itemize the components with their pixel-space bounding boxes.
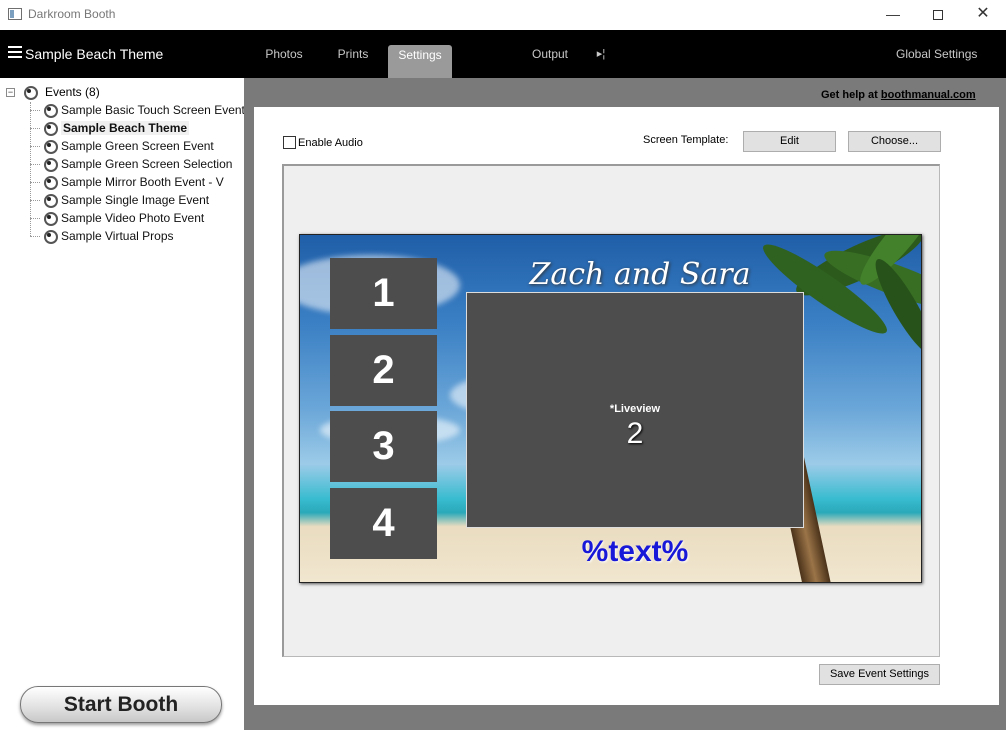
- event-icon: [41, 192, 58, 208]
- tree-item-label: Sample Video Photo Event: [61, 211, 205, 225]
- current-event-title: Sample Beach Theme: [25, 46, 164, 62]
- tree-item-label: Sample Green Screen Selection: [61, 157, 233, 171]
- collapse-icon[interactable]: −: [6, 87, 15, 97]
- edit-template-button[interactable]: Edit: [743, 131, 836, 152]
- event-icon: [41, 174, 58, 190]
- liveview-box: *Liveview 2: [466, 292, 804, 528]
- event-icon: [41, 120, 58, 136]
- tree-item-event[interactable]: Sample Video Photo Event: [30, 209, 204, 227]
- photo-slot-3: 3: [330, 411, 437, 482]
- help-link[interactable]: boothmanual.com: [881, 89, 976, 101]
- photo-slot-1: 1: [330, 258, 437, 329]
- global-settings-link[interactable]: Global Settings: [896, 30, 977, 78]
- tree-root-label: Events (8): [45, 85, 100, 99]
- photo-slot-4: 4: [330, 488, 437, 559]
- events-folder-icon: [21, 84, 38, 100]
- start-booth-button[interactable]: Start Booth: [20, 686, 222, 723]
- tab-settings[interactable]: Settings: [388, 45, 452, 78]
- help-prefix: Get help at: [821, 89, 878, 101]
- tree-item-event[interactable]: Sample Single Image Event: [30, 191, 209, 209]
- screen-template-preview: 1 2 3 4 Zach and Sara *Liveview 2 %text%: [299, 234, 922, 583]
- choose-template-button[interactable]: Choose...: [848, 131, 941, 152]
- minimize-button[interactable]: —: [870, 0, 916, 30]
- tree-item-event[interactable]: Sample Basic Touch Screen Event: [30, 101, 245, 119]
- tree-root-events[interactable]: − Events (8): [6, 84, 100, 100]
- event-icon: [41, 102, 58, 118]
- hamburger-menu-icon[interactable]: [8, 46, 22, 58]
- enable-audio-label: Enable Audio: [298, 136, 363, 149]
- tree-item-label: Sample Virtual Props: [61, 229, 174, 243]
- maximize-icon: [933, 10, 943, 21]
- template-heading: Zach and Sara: [529, 257, 751, 292]
- event-icon: [41, 210, 58, 226]
- tree-item-event[interactable]: Sample Mirror Booth Event - V: [30, 173, 224, 191]
- close-button[interactable]: ✕: [960, 0, 1006, 30]
- menu-bar: Sample Beach Theme Photos Prints Setting…: [0, 30, 1006, 78]
- event-icon: [41, 228, 58, 244]
- liveview-label: *Liveview: [609, 403, 661, 415]
- save-event-settings-button[interactable]: Save Event Settings: [819, 664, 940, 685]
- tree-item-label: Sample Basic Touch Screen Event: [61, 103, 245, 117]
- tree-item-label: Sample Beach Theme: [61, 121, 190, 135]
- help-text: Get help at boothmanual.com: [821, 89, 976, 101]
- tab-output[interactable]: Output: [520, 30, 580, 78]
- screen-template-label: Screen Template:: [643, 134, 729, 146]
- enable-audio-checkbox[interactable]: [283, 136, 296, 149]
- tree-item-label: Sample Single Image Event: [61, 193, 210, 207]
- maximize-button[interactable]: [915, 0, 961, 30]
- tree-item-event-selected[interactable]: Sample Beach Theme: [30, 119, 190, 137]
- liveview-count: 2: [626, 417, 644, 450]
- enable-audio-row[interactable]: Enable Audio: [283, 136, 363, 149]
- tab-prints[interactable]: Prints: [328, 30, 378, 78]
- tree-item-label: Sample Green Screen Event: [61, 139, 214, 153]
- title-bar: Darkroom Booth — ✕: [0, 0, 1006, 30]
- photo-slot-2: 2: [330, 335, 437, 406]
- window-title: Darkroom Booth: [28, 7, 116, 21]
- tree-item-event[interactable]: Sample Green Screen Selection: [30, 155, 232, 173]
- event-icon: [41, 156, 58, 172]
- app-icon: [8, 8, 22, 20]
- tree-item-event[interactable]: Sample Virtual Props: [30, 227, 174, 245]
- more-tabs-icon[interactable]: ▸¦: [590, 30, 612, 78]
- event-icon: [41, 138, 58, 154]
- tree-item-label: Sample Mirror Booth Event - V: [61, 175, 224, 189]
- event-tree-panel: − Events (8) Sample Basic Touch Screen E…: [0, 78, 245, 730]
- tab-photos[interactable]: Photos: [255, 30, 313, 78]
- tree-item-event[interactable]: Sample Green Screen Event: [30, 137, 214, 155]
- text-placeholder: %text%: [581, 535, 689, 568]
